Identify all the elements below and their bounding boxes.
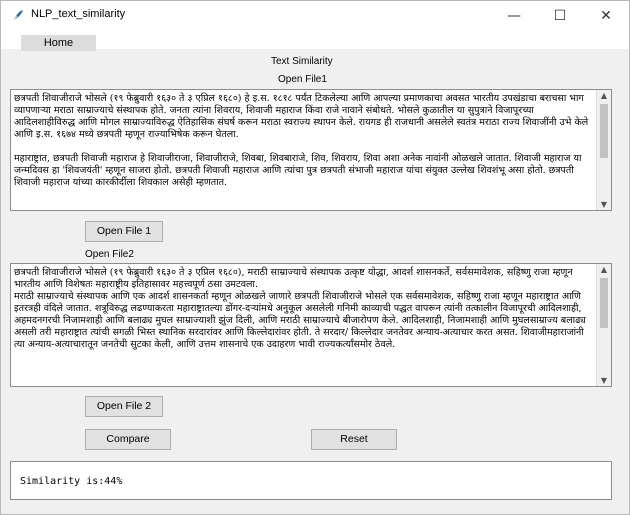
- scroll-thumb[interactable]: [600, 278, 608, 328]
- scroll-up-icon[interactable]: ▲: [597, 265, 611, 274]
- open-file2-label: Open File2: [85, 249, 134, 260]
- open-file1-label: Open File1: [278, 74, 327, 85]
- scrollbar-2[interactable]: ▲ ▼: [596, 264, 611, 386]
- app-window: NLP_text_similarity — ☐ ✕ Home Text Simi…: [0, 0, 630, 515]
- scroll-down-icon[interactable]: ▼: [597, 200, 611, 209]
- window-title: NLP_text_similarity: [31, 8, 126, 20]
- heading-label: Text Similarity: [271, 56, 333, 67]
- menu-home[interactable]: Home: [21, 35, 96, 51]
- scrollbar-1[interactable]: ▲ ▼: [596, 90, 611, 210]
- result-box: Similarity is:44%: [10, 461, 612, 500]
- open-file-1-button[interactable]: Open File 1: [85, 221, 163, 242]
- scroll-thumb[interactable]: [600, 104, 608, 158]
- text-area-2-content: छत्रपती शिवाजीराजे भोसले (१९ फेब्रुवारी …: [14, 267, 586, 350]
- minimize-button[interactable]: —: [491, 1, 537, 31]
- scroll-up-icon[interactable]: ▲: [597, 91, 611, 100]
- open-file-2-button[interactable]: Open File 2: [85, 396, 163, 417]
- reset-button[interactable]: Reset: [311, 429, 397, 450]
- title-bar: NLP_text_similarity — ☐ ✕: [1, 1, 629, 31]
- close-button[interactable]: ✕: [583, 1, 629, 31]
- text-area-2[interactable]: छत्रपती शिवाजीराजे भोसले (१९ फेब्रुवारी …: [10, 263, 612, 387]
- text-area-1[interactable]: छत्रपती शिवाजीराजे भोसले (१९ फेब्रुवारी …: [10, 89, 612, 211]
- text-area-1-content: छत्रपती शिवाजीराजे भोसले (१९ फेब्रुवारी …: [14, 93, 589, 188]
- scroll-down-icon[interactable]: ▼: [597, 376, 611, 385]
- maximize-button[interactable]: ☐: [537, 1, 583, 31]
- compare-button[interactable]: Compare: [85, 429, 171, 450]
- feather-icon: [11, 10, 23, 23]
- similarity-result: Similarity is:44%: [20, 476, 123, 487]
